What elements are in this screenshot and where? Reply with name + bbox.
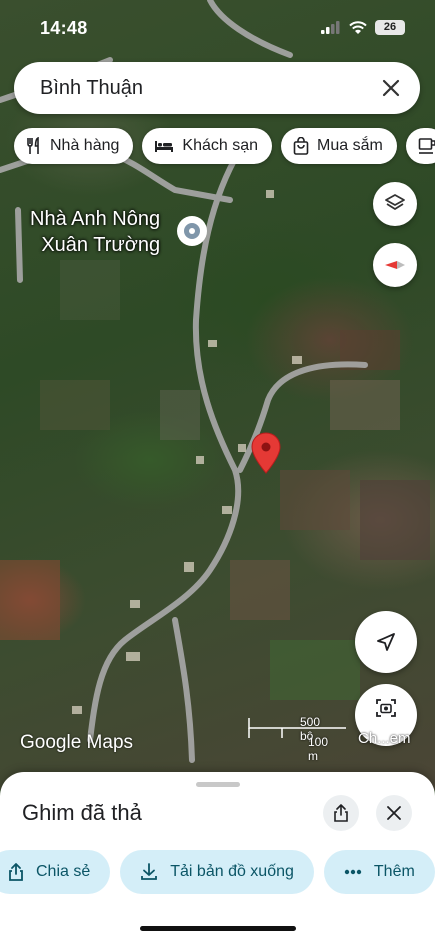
close-icon[interactable] [378, 75, 404, 101]
coffee-icon [418, 138, 435, 154]
close-sheet-button[interactable] [376, 795, 412, 831]
drag-handle[interactable] [196, 782, 240, 787]
google-maps-logo: Google Maps [20, 732, 134, 753]
compass-icon [385, 261, 405, 269]
restaurant-icon [27, 137, 39, 154]
chip-hotels[interactable]: Khách sạn [142, 128, 272, 164]
search-input[interactable]: Bình Thuận [40, 77, 378, 100]
close-icon [387, 806, 401, 820]
place-marker-icon[interactable] [177, 216, 207, 246]
more-button[interactable]: Thêm [323, 850, 435, 894]
scale-metric: 100 m [308, 735, 329, 763]
share-icon [9, 863, 23, 881]
navigation-arrow-icon [377, 633, 395, 651]
dropped-pin-icon[interactable] [251, 432, 281, 474]
place-label-line1: Nhà Anh Nông [30, 208, 161, 230]
chip-label: Nhà hàng [50, 137, 120, 154]
my-location-button[interactable] [355, 611, 417, 673]
search-bar[interactable]: Bình Thuận [14, 62, 420, 114]
download-icon [141, 863, 158, 880]
download-map-button[interactable]: Tải bản đồ xuống [120, 850, 314, 894]
chip-restaurants[interactable]: Nhà hàng [14, 128, 134, 164]
more-dots-icon [344, 869, 362, 875]
chip-label: Mua sắm [317, 137, 383, 154]
chip-coffee[interactable] [405, 128, 435, 164]
compass-button[interactable] [373, 243, 417, 287]
home-indicator[interactable] [140, 926, 296, 931]
chip-label: Khách sạn [182, 137, 258, 154]
map-roads [0, 0, 430, 763]
share-icon [334, 804, 348, 822]
shopping-bag-icon [293, 137, 309, 155]
status-bar: 14:48 26 [0, 0, 435, 56]
action-label: Tải bản đồ xuống [170, 863, 294, 880]
action-label: Chia sẻ [36, 863, 91, 880]
status-time: 14:48 [40, 18, 88, 38]
place-label-line2: Xuân Trường [41, 234, 161, 256]
map-view[interactable]: Nhà Anh Nông Xuân Trường Google Maps 500… [0, 0, 435, 790]
layers-button[interactable] [373, 182, 417, 226]
signal-icon [321, 21, 340, 34]
share-button[interactable] [323, 795, 359, 831]
chip-shopping[interactable]: Mua sắm [281, 128, 397, 164]
bottom-sheet: Ghim đã thả Chia sẻ Tải bản đồ xuống Thê… [0, 772, 435, 941]
wifi-icon [349, 20, 367, 34]
category-chips: Nhà hàng Khách sạn Mua sắm [14, 128, 435, 164]
sheet-title: Ghim đã thả [22, 800, 142, 825]
status-icons: 26 [321, 20, 405, 35]
share-action-button[interactable]: Chia sẻ [0, 850, 111, 894]
bed-icon [155, 141, 174, 152]
battery-icon: 26 [375, 20, 405, 35]
sheet-actions: Chia sẻ Tải bản đồ xuống Thêm [0, 850, 435, 894]
streetview-label: Ch...em [358, 730, 411, 747]
camera-scan-icon [376, 699, 396, 717]
place-label[interactable]: Nhà Anh Nông Xuân Trường [30, 206, 160, 258]
layers-icon [385, 194, 405, 210]
action-label: Thêm [373, 863, 415, 880]
